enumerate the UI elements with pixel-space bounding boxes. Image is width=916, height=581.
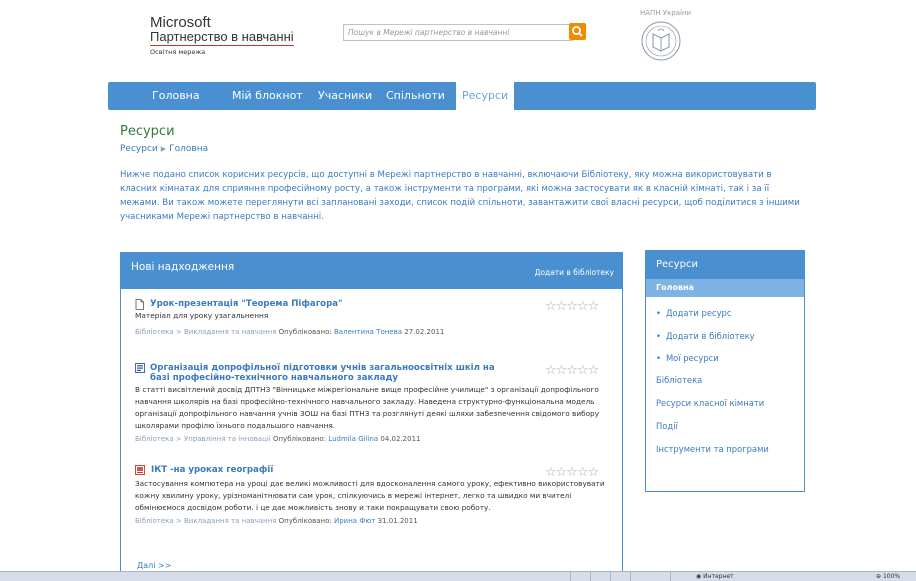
bullet-icon: •: [656, 353, 661, 363]
item-description: Матеріал для уроку узагальнення: [135, 311, 269, 320]
rating-stars[interactable]: ☆☆☆☆☆: [545, 299, 599, 314]
item-published-label: Опубліковано:: [278, 328, 332, 336]
site-logo[interactable]: Microsoft Партнерство в навчанні Освітня…: [150, 14, 294, 56]
main-nav: Головна Мій блокнот Учасники Спільноти Р…: [108, 82, 816, 110]
item-meta: Бібліотека > Викладання та навчання Опуб…: [135, 328, 535, 336]
nav-item-home[interactable]: Головна: [152, 82, 200, 110]
new-items-title: Нові надходження: [131, 261, 235, 273]
side-item-events[interactable]: Події: [656, 421, 678, 431]
page-title: Ресурси: [120, 124, 175, 139]
side-item-add-to-library[interactable]: • Додати в бібліотеку: [656, 331, 755, 341]
document-icon: [135, 299, 144, 310]
search-icon: [572, 26, 583, 37]
logo-subtitle: Освітня мережа: [150, 48, 206, 56]
item-date: 27.02.2011: [404, 328, 445, 336]
item-title[interactable]: Організація допрофільної підготовки учні…: [150, 363, 500, 383]
item-date: 31.01.2011: [377, 517, 418, 525]
item-description: Застосування компютера на уроці дає вели…: [135, 479, 605, 512]
side-item-my-resources[interactable]: • Мої ресурси: [656, 353, 719, 363]
napn-emblem-icon: [641, 21, 681, 61]
item-date: 04.02.2011: [380, 435, 421, 443]
rating-stars[interactable]: ☆☆☆☆☆: [545, 465, 599, 480]
list-item: Організація допрофільної підготовки учні…: [135, 363, 611, 443]
side-item-home[interactable]: Головна: [646, 279, 804, 297]
resources-side-panel: Ресурси Головна • Додати ресурс • Додати в…: [645, 250, 805, 492]
breadcrumb-resources[interactable]: Ресурси: [120, 144, 158, 154]
logo-microsoft: Microsoft: [150, 14, 211, 31]
item-path[interactable]: Бібліотека > Управління та інновації: [135, 435, 271, 443]
logo-title: Партнерство в навчанні: [150, 29, 294, 46]
side-item-classroom-resources[interactable]: Ресурси класної кімнати: [656, 398, 764, 408]
napn-label: НАПН України: [640, 9, 692, 17]
zoom-icon: ⊕: [876, 573, 883, 580]
new-items-panel: Нові надходження Додати в бібліотеку Уро…: [120, 252, 623, 580]
search-input[interactable]: Пошук в Мережі партнерство в навчанні: [343, 24, 573, 41]
item-published-label: Опубліковано:: [278, 517, 332, 525]
item-title[interactable]: Урок-презентація "Теорема Піфагора": [150, 299, 343, 309]
search-button[interactable]: [569, 23, 586, 40]
item-path[interactable]: Бібліотека > Викладання та навчання: [135, 328, 276, 336]
item-title[interactable]: ІКТ -на уроках географії: [151, 465, 273, 475]
breadcrumb-home[interactable]: Головна: [169, 144, 208, 154]
side-item-tools[interactable]: Інструменти та програми: [656, 444, 769, 454]
rating-stars[interactable]: ☆☆☆☆☆: [545, 363, 599, 378]
item-author[interactable]: Ирина Фют: [334, 517, 375, 525]
word-document-icon: [135, 363, 145, 373]
breadcrumb-arrow-icon: ▶: [160, 145, 167, 153]
side-item-add-resource[interactable]: • Додати ресурс: [656, 308, 731, 318]
breadcrumb: Ресурси ▶ Головна: [120, 144, 208, 154]
item-published-label: Опубліковано:: [272, 435, 327, 443]
more-link[interactable]: Далі >>: [137, 561, 171, 570]
list-item: Урок-презентація "Теорема Піфагора" Мате…: [135, 299, 535, 336]
item-description: В статті висвітлений досвід ДПТНЗ "Вінни…: [135, 385, 600, 430]
intro-text: Нижче подано список корисних ресурсів, щ…: [120, 170, 800, 222]
nav-item-notebook[interactable]: Мій блокнот: [232, 82, 303, 110]
add-to-library-link[interactable]: Додати в бібліотеку: [535, 268, 614, 277]
item-path[interactable]: Бібліотека > Викладання та навчання: [135, 517, 276, 525]
bullet-icon: •: [656, 308, 661, 318]
side-panel-title: Ресурси: [646, 251, 804, 279]
new-items-header: Нові надходження Додати в бібліотеку: [121, 253, 622, 289]
side-item-library[interactable]: Бібліотека: [656, 375, 702, 385]
list-item: ІКТ -на уроках географії Застосування ко…: [135, 465, 611, 525]
bullet-icon: •: [656, 331, 661, 341]
nav-item-communities[interactable]: Спільноти: [386, 82, 445, 110]
item-author[interactable]: Ludmila Gilina: [328, 435, 378, 443]
item-meta: Бібліотека > Викладання та навчання Опуб…: [135, 517, 611, 525]
item-author[interactable]: Валентина Тонева: [334, 328, 402, 336]
nav-item-resources[interactable]: Ресурси: [456, 82, 515, 110]
nav-item-members[interactable]: Учасники: [318, 82, 372, 110]
item-meta: Бібліотека > Управління та інновації Опу…: [135, 435, 611, 443]
presentation-icon: [135, 465, 145, 475]
